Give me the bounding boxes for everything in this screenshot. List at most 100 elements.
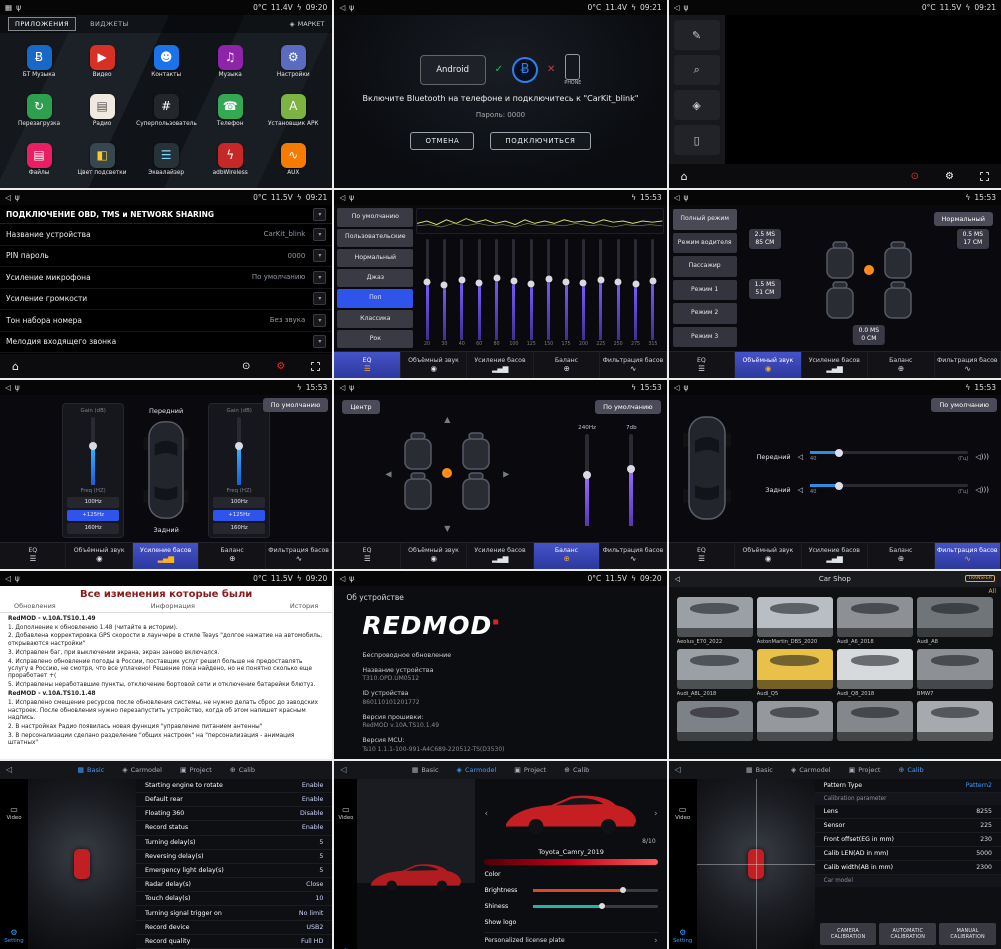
tab-carmodel[interactable]: ◈Carmodel — [457, 766, 497, 774]
car-card[interactable] — [917, 701, 993, 743]
back-icon[interactable]: ◁ — [340, 765, 346, 774]
tab-widgets[interactable]: ВИДЖЕТЫ — [84, 18, 135, 30]
prev-model-icon[interactable]: ‹ — [484, 809, 488, 819]
front-gain-knob[interactable] — [89, 442, 97, 450]
hotspot-icon[interactable]: ⊙ — [911, 171, 919, 182]
crossover-slider[interactable] — [810, 451, 968, 454]
tab-surround[interactable]: Объёмный звук◉ — [735, 543, 801, 569]
eq-preset[interactable]: Поп — [337, 289, 413, 307]
tab-surround[interactable]: Объёмный звук◉ — [735, 352, 801, 378]
back-icon[interactable]: ◁ — [339, 383, 345, 392]
eq-band[interactable]: 30 — [436, 239, 453, 347]
tab-calib[interactable]: ⊕Calib — [230, 766, 255, 774]
back-icon[interactable]: ◁ — [674, 3, 680, 12]
eq-preset[interactable]: По умолчанию — [337, 208, 413, 226]
car-card[interactable]: Audi_Q8_2018 — [837, 649, 913, 697]
eq-band-knob[interactable] — [649, 277, 656, 284]
settings-row[interactable]: Record device USB2 — [136, 921, 332, 935]
tab-balance[interactable]: Баланс⊕ — [868, 543, 934, 569]
video-button[interactable]: ▭Video — [338, 805, 353, 821]
eq-band-knob[interactable] — [493, 274, 500, 281]
delay-front-left[interactable]: 2.5 MS85 CM — [749, 229, 781, 249]
calibration-button[interactable]: CAMERA CALIBRATION — [820, 923, 877, 945]
car-card[interactable]: Aeolus_E70_2022 — [677, 597, 753, 645]
setting-button[interactable]: ⚙Setting — [4, 928, 23, 944]
eq-band-knob[interactable] — [597, 276, 604, 283]
tab-bass-boost[interactable]: Усиление басов▂▄▆ — [133, 543, 199, 569]
rear-gain-knob[interactable] — [235, 442, 243, 450]
tab-history[interactable]: История — [290, 602, 318, 610]
car-card[interactable]: Audi_A8 — [917, 597, 993, 645]
settings-row[interactable]: PIN пароль 0000 ▾ — [0, 246, 332, 268]
app-shortcut[interactable]: A Установщик АРК — [264, 87, 322, 134]
tab-eq[interactable]: EQ☰ — [669, 543, 735, 569]
app-shortcut[interactable]: ☰ Эквалайзер — [136, 136, 196, 183]
screen-grid-icon[interactable] — [311, 362, 320, 371]
calibration-button[interactable]: MANUAL CALIBRATION — [939, 923, 996, 945]
collapse-caret[interactable]: ▾ — [313, 208, 326, 221]
pattern-type-row[interactable]: Pattern Type Pattern2 — [815, 779, 1001, 793]
search-icon[interactable]: ⌕ — [674, 55, 720, 85]
delay-rear-right[interactable]: 0.0 MS0 CM — [853, 325, 885, 345]
tab-eq[interactable]: EQ☰ — [334, 352, 400, 378]
tab-surround[interactable]: Объёмный звук◉ — [66, 543, 132, 569]
tab-bass-filter[interactable]: Фильтрация басов∿ — [600, 352, 666, 378]
eq-band[interactable]: 200 — [575, 239, 592, 347]
show-logo-row[interactable]: Show logo — [484, 916, 657, 929]
app-shortcut[interactable]: ◧ Цвет подсветки — [73, 136, 131, 183]
market-button[interactable]: ◈МАРКЕТ — [290, 20, 325, 28]
video-button[interactable]: ▭Video — [675, 805, 690, 821]
hotspot-icon[interactable]: ⊙ — [242, 361, 250, 372]
home-icon[interactable]: ⌂ — [12, 360, 19, 373]
app-shortcut[interactable]: ☎ Телефон — [201, 87, 259, 134]
tab-basic[interactable]: ▦Basic — [412, 766, 439, 774]
listening-mode[interactable]: Пассажир — [673, 256, 737, 277]
tab-bass-filter[interactable]: Фильтрация басов∿ — [935, 543, 1001, 569]
surround-preset-button[interactable]: Нормальный — [934, 212, 993, 226]
tab-updates[interactable]: Обновления — [14, 602, 56, 610]
app-shortcut[interactable]: ϟ adbWireless — [201, 136, 259, 183]
back-icon[interactable]: ◁ — [674, 383, 680, 392]
listening-mode[interactable]: Режим водителя — [673, 233, 737, 254]
eq-band[interactable]: 100 — [505, 239, 522, 347]
calib-row[interactable]: Front offset(EG in mm) 230 — [815, 833, 1001, 847]
screen-grid-icon[interactable] — [980, 172, 989, 181]
transfer-badge[interactable]: TRANSFER — [965, 575, 995, 582]
app-shortcut[interactable]: ▶ Видео — [73, 38, 131, 85]
tab-project[interactable]: ▣Project — [514, 766, 546, 774]
settings-row[interactable]: Starting engine to rotate Enable — [136, 779, 332, 793]
back-icon[interactable]: ◁ — [339, 3, 345, 12]
eq-band-knob[interactable] — [441, 281, 448, 288]
gear-icon[interactable]: ⚙ — [945, 171, 954, 182]
app-shortcut[interactable]: ☻ Контакты — [136, 38, 196, 85]
tab-surround[interactable]: Объёмный звук◉ — [401, 543, 467, 569]
settings-row[interactable]: Turning delay(s) 5 — [136, 836, 332, 850]
dropdown-caret[interactable]: ▾ — [313, 292, 326, 305]
app-shortcut[interactable]: ♫ Музыка — [201, 38, 259, 85]
sub-slider-knob[interactable] — [583, 471, 591, 479]
tab-carmodel[interactable]: ◈Carmodel — [791, 766, 831, 774]
car-card[interactable]: Audi_A6_2018 — [837, 597, 913, 645]
settings-row[interactable]: Radar delay(s) Close — [136, 878, 332, 892]
dropdown-caret[interactable]: ▾ — [313, 249, 326, 262]
center-button[interactable]: Центр — [342, 400, 379, 414]
tab-balance[interactable]: Баланс⊕ — [868, 352, 934, 378]
tab-eq[interactable]: EQ☰ — [669, 352, 735, 378]
car-card[interactable]: Audi_A8L_2018 — [677, 649, 753, 697]
back-icon[interactable]: ◁ — [674, 193, 680, 202]
eq-preset[interactable]: Рок — [337, 330, 413, 348]
car-card[interactable] — [837, 701, 913, 743]
rear-gain-slider[interactable] — [237, 417, 241, 484]
tab-bass-boost[interactable]: Усиление басов▂▄▆ — [802, 352, 868, 378]
listening-mode[interactable]: Полный режим — [673, 209, 737, 230]
eq-preset[interactable]: Джаз — [337, 269, 413, 287]
default-button[interactable]: По умолчанию — [931, 398, 997, 412]
eq-band[interactable]: 40 — [453, 239, 470, 347]
tab-bass-filter[interactable]: Фильтрация басов∿ — [935, 352, 1001, 378]
arrow-left-icon[interactable]: ◀ — [385, 470, 391, 479]
tab-bass-filter[interactable]: Фильтрация басов∿ — [266, 543, 332, 569]
eq-band-knob[interactable] — [528, 280, 535, 287]
freq-option[interactable]: +125Hz — [213, 510, 265, 521]
next-model-icon[interactable]: › — [654, 809, 658, 819]
color-picker-bar[interactable] — [484, 859, 657, 865]
